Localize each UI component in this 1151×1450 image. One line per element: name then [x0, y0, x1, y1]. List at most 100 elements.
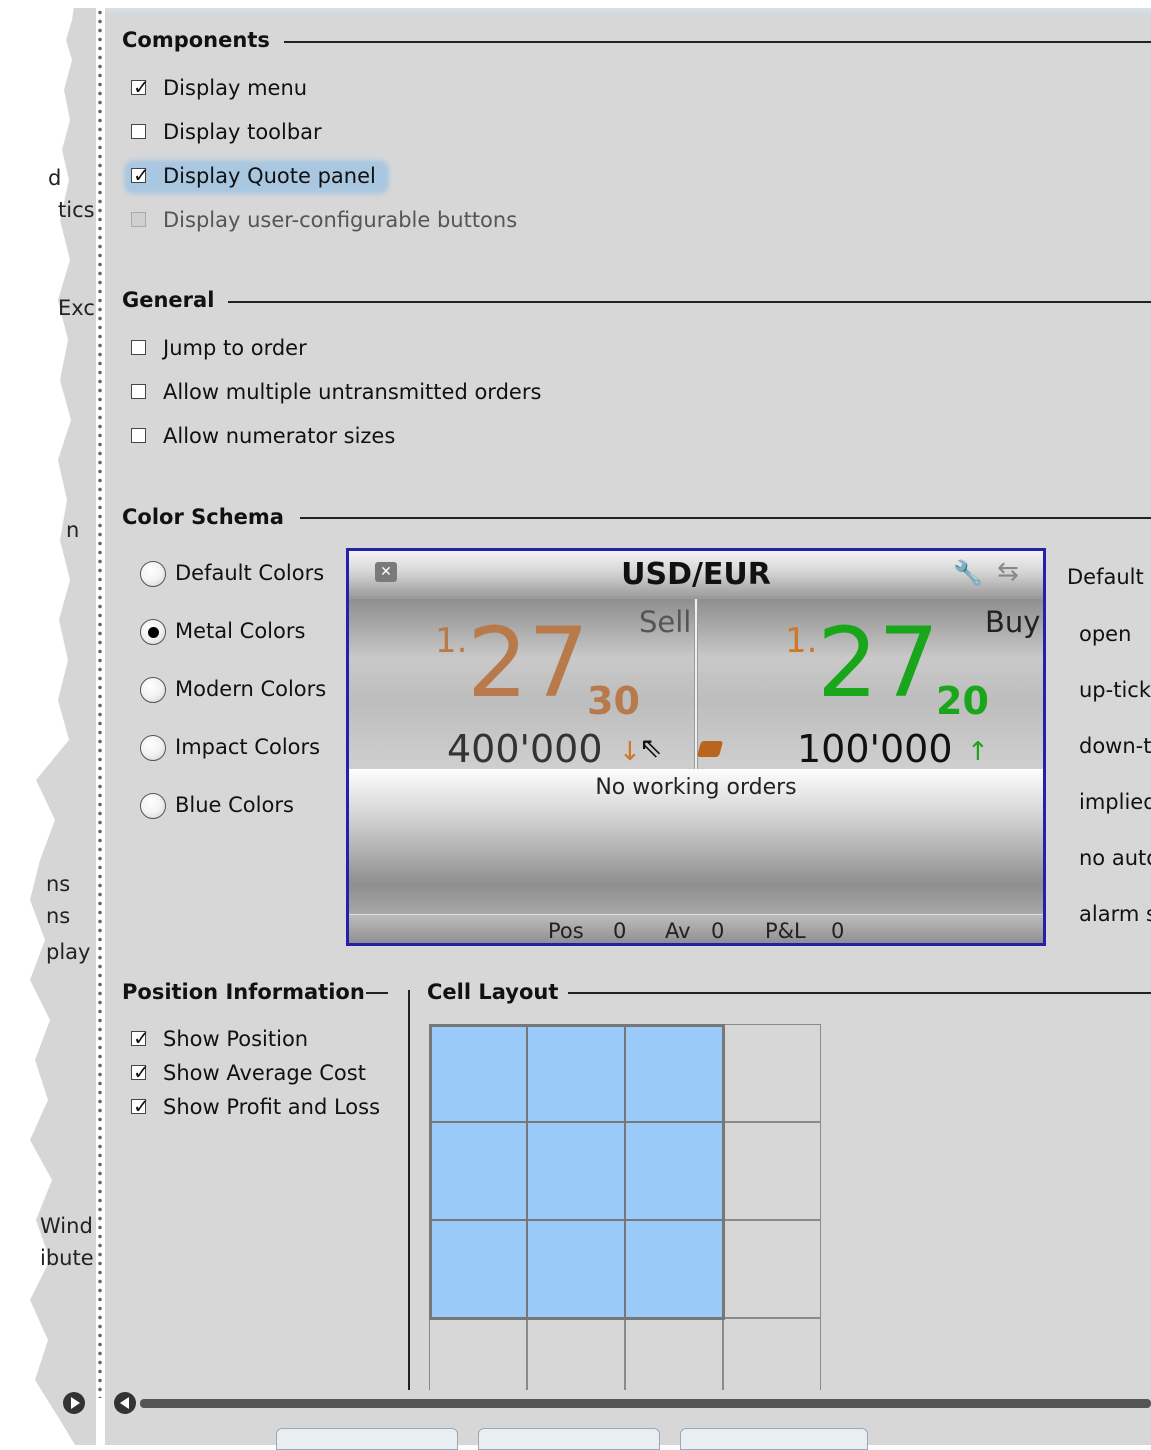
horizontal-scrollbar[interactable] — [112, 1391, 1151, 1415]
cell-layout-rule — [568, 992, 1151, 994]
legend-up-tick: up-tick — [1079, 678, 1151, 702]
sell-prefix: 1. — [435, 621, 468, 661]
pos-value: 0 — [613, 919, 627, 943]
impact-colors-label: Impact Colors — [175, 735, 321, 759]
show-position-label: Show Position — [163, 1027, 309, 1051]
display-user-buttons-checkbox[interactable] — [131, 212, 146, 227]
buy-prefix: 1. — [785, 621, 818, 661]
display-toolbar-label: Display toolbar — [163, 120, 322, 144]
cell-layout-grid[interactable] — [429, 1024, 829, 1390]
book-icon[interactable] — [696, 741, 724, 757]
wrench-icon[interactable]: 🔧 — [953, 559, 983, 587]
layout-cell[interactable] — [723, 1318, 821, 1390]
cursor-icon: ⇖ — [639, 731, 663, 764]
jump-to-order-checkbox[interactable] — [131, 340, 146, 355]
legend-no-auto: no auto — [1079, 846, 1151, 870]
general-rule — [228, 301, 1151, 303]
layout-cell[interactable] — [625, 1024, 723, 1122]
legend-alarm: alarm s — [1079, 902, 1151, 926]
display-menu-label: Display menu — [163, 76, 308, 100]
position-footer — [349, 914, 1043, 943]
position-info-title: Position Information — [122, 980, 365, 1004]
allow-multiple-checkbox[interactable] — [131, 384, 146, 399]
left-scroll-arrow-icon[interactable] — [62, 1391, 86, 1415]
display-quote-panel-checkbox[interactable]: ✓ — [131, 165, 150, 185]
allow-multiple-label: Allow multiple untransmitted orders — [163, 380, 542, 404]
legend-down-tick: down-t — [1079, 734, 1151, 758]
quote-symbol: USD/EUR — [621, 557, 771, 592]
layout-cell[interactable] — [723, 1122, 821, 1220]
left-fragment: ns — [46, 904, 71, 928]
display-menu-checkbox[interactable]: ✓ — [131, 77, 150, 97]
sell-label: Sell — [639, 605, 692, 639]
buy-label: Buy — [985, 605, 1041, 639]
layout-cell[interactable] — [625, 1122, 723, 1220]
default-colors-radio[interactable] — [140, 561, 166, 587]
jump-to-order-label: Jump to order — [163, 336, 307, 360]
allow-numerator-label: Allow numerator sizes — [163, 424, 396, 448]
layout-cell[interactable] — [429, 1318, 527, 1390]
no-working-orders: No working orders — [595, 775, 797, 800]
layout-cell[interactable] — [429, 1220, 527, 1318]
metal-colors-label: Metal Colors — [175, 619, 306, 643]
color-schema-title: Color Schema — [122, 505, 284, 529]
layout-cell[interactable] — [429, 1024, 527, 1122]
layout-cell[interactable] — [527, 1318, 625, 1390]
show-pnl-checkbox[interactable]: ✓ — [131, 1096, 150, 1116]
show-average-cost-checkbox[interactable]: ✓ — [131, 1062, 150, 1082]
legend-open: open — [1079, 622, 1132, 646]
layout-cell[interactable] — [527, 1122, 625, 1220]
general-title: General — [122, 288, 215, 312]
layout-cell[interactable] — [625, 1220, 723, 1318]
left-fragment: tics — [58, 198, 95, 222]
bottom-button-1[interactable] — [276, 1428, 458, 1450]
layout-cell[interactable] — [527, 1024, 625, 1122]
av-value: 0 — [711, 919, 725, 943]
cell-layout-title: Cell Layout — [427, 980, 559, 1004]
components-title: Components — [122, 28, 270, 52]
splitter-handle[interactable] — [97, 8, 103, 1398]
display-user-buttons-label: Display user-configurable buttons — [163, 208, 518, 232]
position-info-rule — [366, 992, 388, 994]
default-colors-label: Default Colors — [175, 561, 325, 585]
bottom-button-2[interactable] — [478, 1428, 660, 1450]
display-toolbar-checkbox[interactable] — [131, 124, 146, 139]
panel-top-edge — [105, 8, 1151, 16]
allow-numerator-checkbox[interactable] — [131, 428, 146, 443]
left-fragment: Wind — [40, 1214, 93, 1238]
layout-cell[interactable] — [723, 1024, 821, 1122]
sell-pips: 30 — [587, 679, 640, 723]
show-pnl-label: Show Profit and Loss — [163, 1095, 381, 1119]
buy-size: 100'000 — [797, 727, 953, 771]
left-fragment: ns — [46, 872, 71, 896]
buy-big-figure: 27 — [817, 607, 940, 719]
legend-default: Default — [1067, 565, 1144, 589]
show-average-cost-label: Show Average Cost — [163, 1061, 366, 1085]
layout-cell[interactable] — [723, 1220, 821, 1318]
modern-colors-radio[interactable] — [140, 677, 166, 703]
show-position-checkbox[interactable]: ✓ — [131, 1028, 150, 1048]
modern-colors-label: Modern Colors — [175, 677, 327, 701]
left-fragment: n — [66, 518, 80, 542]
vertical-separator — [408, 990, 410, 1390]
buy-pips: 20 — [936, 679, 989, 723]
layout-cell[interactable] — [429, 1122, 527, 1220]
swap-icon[interactable]: ⇆ — [997, 557, 1019, 587]
sell-size: 400'000 — [447, 727, 603, 771]
layout-cell[interactable] — [625, 1318, 723, 1390]
blue-colors-radio[interactable] — [140, 793, 166, 819]
impact-colors-radio[interactable] — [140, 735, 166, 761]
sell-big-figure: 27 — [467, 607, 590, 719]
legend-implied: implied — [1079, 790, 1151, 814]
left-fragment: ibute — [40, 1246, 94, 1270]
pl-value: 0 — [831, 919, 845, 943]
layout-cell[interactable] — [527, 1220, 625, 1318]
metal-colors-radio[interactable] — [140, 619, 166, 645]
bottom-button-3[interactable] — [680, 1428, 868, 1450]
pl-label: P&L — [765, 919, 806, 943]
blue-colors-label: Blue Colors — [175, 793, 294, 817]
left-fragment: d — [48, 166, 62, 190]
quote-panel-preview: ✕ USD/EUR 🔧 ⇆ Sell Buy 1. 27 30 1. 27 20… — [346, 548, 1046, 946]
pos-label: Pos — [548, 919, 584, 943]
down-arrow-icon: ↓ — [619, 737, 641, 767]
